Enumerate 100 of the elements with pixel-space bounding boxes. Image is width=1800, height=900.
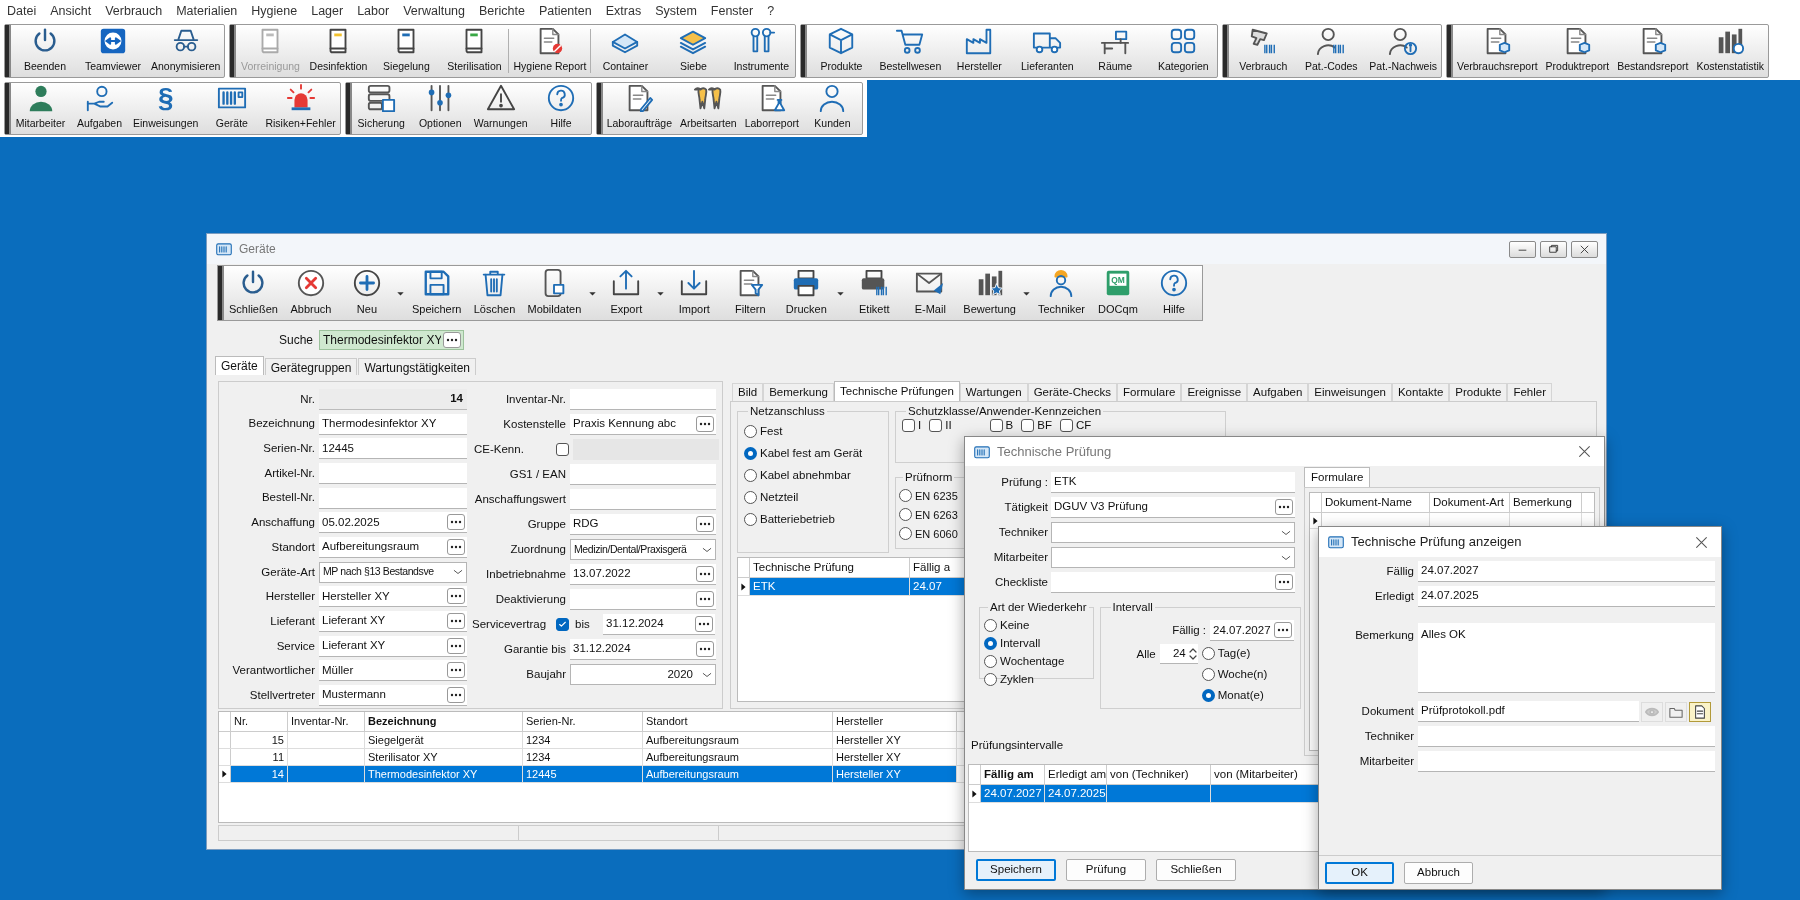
radio-button[interactable] xyxy=(984,636,997,650)
tab[interactable]: Fehler xyxy=(1507,383,1552,401)
radio-button[interactable] xyxy=(1201,689,1215,703)
toolbar-button[interactable]: Lieferanten xyxy=(1013,25,1082,77)
toolbar-button[interactable]: Sicherung xyxy=(351,83,411,134)
menu-item[interactable]: Berichte xyxy=(479,1,525,21)
radio-button[interactable] xyxy=(1201,647,1215,661)
menu-item[interactable]: ? xyxy=(767,1,775,21)
toolbar-button[interactable]: Import xyxy=(666,266,723,320)
text-field[interactable]: ETK xyxy=(1051,472,1295,493)
text-field[interactable] xyxy=(570,389,716,410)
text-field[interactable] xyxy=(570,589,716,610)
toolbar-button[interactable]: E-Mail xyxy=(902,266,959,320)
toolbar-button[interactable]: Hygiene Report xyxy=(509,25,591,77)
tab[interactable]: Bemerkung xyxy=(763,383,834,401)
toolbar-button[interactable]: Mitarbeiter xyxy=(11,83,70,134)
toolbar-button[interactable]: Etikett xyxy=(846,266,903,320)
toolbar-button[interactable]: Techniker xyxy=(1032,266,1090,320)
radio-button[interactable] xyxy=(744,490,757,504)
dropdown[interactable]: 2020 xyxy=(570,664,716,685)
toolbar-grip[interactable] xyxy=(230,25,237,77)
browse-button[interactable] xyxy=(447,588,465,605)
tab[interactable]: Wartungstätigkeiten xyxy=(358,358,477,375)
toolbar-button[interactable]: Verbrauchsreport xyxy=(1453,25,1542,77)
text-field[interactable] xyxy=(1418,751,1715,772)
toolbar-button[interactable]: Instrumente xyxy=(727,25,796,77)
text-field[interactable] xyxy=(1418,726,1715,747)
dropdown[interactable]: Medizin/Dental/Praxisgerä xyxy=(570,539,716,560)
browse-button[interactable] xyxy=(696,416,714,432)
menu-item[interactable]: Ansicht xyxy=(50,1,92,21)
menu-item[interactable]: Lager xyxy=(311,1,344,21)
menu-item[interactable]: Patienten xyxy=(538,1,592,21)
browse-button[interactable] xyxy=(1274,622,1292,639)
text-field[interactable]: Lieferant XY xyxy=(319,611,467,633)
column-header[interactable]: Standort xyxy=(643,712,833,731)
text-field[interactable] xyxy=(319,462,467,484)
toolbar-button[interactable]: Hersteller xyxy=(945,25,1014,77)
menu-item[interactable]: Verbrauch xyxy=(105,1,163,21)
column-header[interactable]: Dokument-Name xyxy=(1322,493,1430,512)
tab[interactable]: Bild xyxy=(732,383,764,401)
text-field[interactable]: 05.02.2025 xyxy=(319,512,467,534)
tab[interactable]: Geräte-Checks xyxy=(1027,383,1117,401)
browse-button[interactable] xyxy=(696,566,714,582)
radio-button[interactable] xyxy=(899,527,912,541)
menu-item[interactable]: Labor xyxy=(357,1,390,21)
browse-button[interactable] xyxy=(443,332,461,348)
toolbar-button[interactable]: Anonymisieren xyxy=(147,25,225,77)
toolbar-grip[interactable] xyxy=(5,83,11,134)
text-field[interactable] xyxy=(570,489,716,510)
menu-item[interactable]: Extras xyxy=(605,1,642,21)
text-field[interactable] xyxy=(319,487,467,509)
tab[interactable]: Ereignisse xyxy=(1181,383,1248,401)
tab[interactable]: Kontakte xyxy=(1391,383,1450,401)
column-header[interactable]: Erledigt am xyxy=(1045,765,1107,784)
text-field[interactable]: DGUV V3 Prüfung xyxy=(1051,497,1295,518)
toolbar-button[interactable]: Verbrauch xyxy=(1229,25,1298,77)
text-field[interactable] xyxy=(570,464,716,485)
browse-button[interactable] xyxy=(1275,499,1293,515)
radio-button[interactable] xyxy=(744,424,757,438)
radio-button[interactable] xyxy=(744,446,757,460)
text-field[interactable]: Mustermann xyxy=(319,685,467,707)
radio-button[interactable] xyxy=(984,654,997,668)
column-header[interactable]: Hersteller xyxy=(833,712,957,731)
close-button[interactable] xyxy=(1571,240,1598,258)
toolbar-button[interactable]: Räume xyxy=(1081,25,1150,77)
row-header[interactable] xyxy=(738,578,750,595)
column-header[interactable]: Bemerkung xyxy=(1510,493,1582,512)
toolbar-button[interactable]: Beenden xyxy=(11,25,79,77)
radio-button[interactable] xyxy=(1201,668,1215,682)
checkbox[interactable] xyxy=(1059,419,1073,433)
button[interactable]: Schließen xyxy=(1156,859,1236,881)
browse-button[interactable] xyxy=(696,591,714,607)
toolbar-button[interactable]: Speichern xyxy=(406,266,467,320)
menu-item[interactable]: Materialien xyxy=(176,1,238,21)
browse-button[interactable] xyxy=(696,516,714,532)
button[interactable]: OK xyxy=(1325,861,1394,884)
tab[interactable]: Technische Prüfungen xyxy=(834,381,960,401)
document-button[interactable] xyxy=(1689,701,1711,722)
radio-button[interactable] xyxy=(899,489,912,503)
browse-button[interactable] xyxy=(695,616,713,632)
menu-item[interactable]: Datei xyxy=(7,1,37,21)
dropdown[interactable]: MP nach §13 Bestandsve xyxy=(319,561,467,583)
text-field[interactable]: 24.07.2025 xyxy=(1418,586,1715,607)
browse-button[interactable] xyxy=(447,637,465,654)
text-field[interactable]: Thermodesinfektor XY xyxy=(319,413,467,435)
browse-button[interactable] xyxy=(1275,574,1293,590)
toolbar-button[interactable]: Geräte xyxy=(202,83,262,134)
toolbar-button[interactable]: Export xyxy=(598,266,655,320)
maximize-button[interactable] xyxy=(1540,240,1567,258)
toolbar-button[interactable]: Laborreport xyxy=(740,83,803,134)
toolbar-button[interactable]: Container xyxy=(591,25,660,77)
text-field[interactable]: 12445 xyxy=(319,438,467,460)
toolbar-grip[interactable] xyxy=(218,266,224,320)
column-header[interactable]: Dokument-Art xyxy=(1430,493,1510,512)
text-area[interactable]: Alles OK xyxy=(1418,623,1715,693)
column-header[interactable]: Technische Prüfung xyxy=(750,558,910,577)
tab[interactable]: Geräte xyxy=(215,356,264,375)
tab[interactable]: Formulare xyxy=(1304,467,1371,487)
checkbox[interactable] xyxy=(1021,419,1035,433)
radio-button[interactable] xyxy=(744,468,757,482)
